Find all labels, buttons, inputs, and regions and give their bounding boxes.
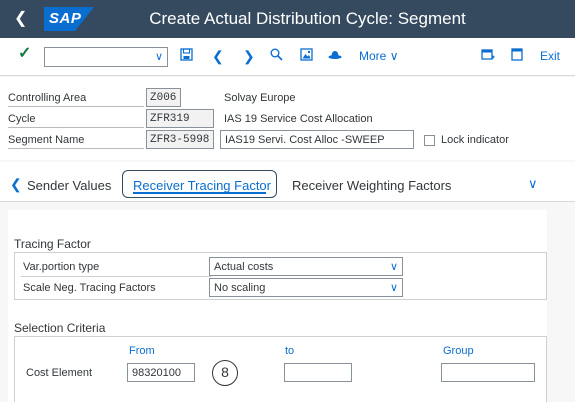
tab-bar: ❮ Sender Values Receiver Tracing Factor …: [0, 162, 575, 202]
exit-button[interactable]: Exit: [540, 49, 560, 63]
lock-indicator-checkbox[interactable]: [424, 135, 435, 146]
hat-icon[interactable]: [328, 48, 342, 64]
tab-receiver-weighting-factors[interactable]: Receiver Weighting Factors: [292, 178, 451, 193]
tab-sender-values[interactable]: Sender Values: [27, 178, 111, 193]
cycle-field: ZFR319: [146, 109, 214, 128]
scale-neg-label: Scale Neg. Tracing Factors: [23, 282, 156, 294]
toolbar: ✓ ∨ ❮ ❯ More ∨ Exit: [0, 38, 575, 76]
controlling-area-field: Z006: [146, 88, 181, 107]
cost-element-label: Cost Element: [26, 367, 93, 379]
header-form: Controlling Area Z006 Solvay Europe Cycl…: [0, 77, 575, 160]
save-icon[interactable]: [180, 48, 193, 64]
lock-indicator-label: Lock indicator: [441, 134, 509, 146]
column-from: From: [129, 345, 155, 357]
cost-element-group-input[interactable]: [441, 363, 535, 382]
image-icon[interactable]: [300, 48, 313, 64]
next-icon[interactable]: ❯: [243, 48, 255, 64]
segment-name-label: Segment Name: [8, 130, 144, 149]
chevron-down-icon[interactable]: ∨: [155, 50, 163, 63]
tab-underline: [133, 192, 266, 194]
cycle-label: Cycle: [8, 109, 144, 128]
tab-label: Receiver Tracing Factor: [133, 178, 271, 193]
checkmark-icon[interactable]: ✓: [18, 46, 31, 62]
controlling-area-desc: Solvay Europe: [224, 92, 296, 104]
scale-neg-select[interactable]: No scaling ∨: [209, 278, 403, 297]
annotation-marker: 8: [212, 360, 238, 386]
command-field[interactable]: ∨: [44, 47, 168, 67]
new-window-icon[interactable]: [481, 48, 495, 64]
previous-icon[interactable]: ❮: [212, 48, 224, 64]
tracing-factor-title: Tracing Factor: [14, 237, 91, 251]
chevron-down-icon: ∨: [389, 282, 398, 294]
selection-criteria-title: Selection Criteria: [14, 321, 106, 335]
more-menu[interactable]: More ∨: [359, 49, 398, 63]
chevron-down-icon[interactable]: ∨: [528, 176, 538, 192]
shell-header: ❮ SAP Create Actual Distribution Cycle: …: [0, 0, 575, 38]
chevron-down-icon: ∨: [389, 261, 398, 273]
cost-element-from-input[interactable]: 98320100: [127, 363, 195, 382]
cost-element-to-input[interactable]: [284, 363, 352, 382]
search-icon[interactable]: [270, 48, 283, 64]
selection-criteria-box: From to Group Cost Element 98320100 8: [14, 336, 547, 402]
tracing-factor-box: Var.portion type Actual costs ∨ Scale Ne…: [14, 252, 547, 300]
segment-name-field: ZFR3-5998: [146, 130, 214, 149]
divider: [21, 276, 211, 277]
controlling-area-label: Controlling Area: [8, 88, 144, 107]
segment-desc-input[interactable]: IAS19 Servi. Cost Alloc -SWEEP: [220, 130, 414, 149]
chevron-left-icon[interactable]: ❮: [10, 176, 22, 193]
var-portion-label: Var.portion type: [23, 261, 100, 273]
chevron-down-icon: ∨: [389, 49, 399, 63]
var-portion-select[interactable]: Actual costs ∨: [209, 257, 403, 276]
tab-receiver-tracing-factor[interactable]: Receiver Tracing Factor: [122, 170, 277, 198]
tab-content: Tracing Factor Var.portion type Actual c…: [8, 210, 547, 402]
window-icon[interactable]: [510, 48, 524, 64]
column-group: Group: [443, 345, 474, 357]
page-title: Create Actual Distribution Cycle: Segmen…: [149, 9, 466, 28]
cycle-desc: IAS 19 Service Cost Allocation: [224, 113, 373, 125]
column-to: to: [285, 345, 295, 357]
